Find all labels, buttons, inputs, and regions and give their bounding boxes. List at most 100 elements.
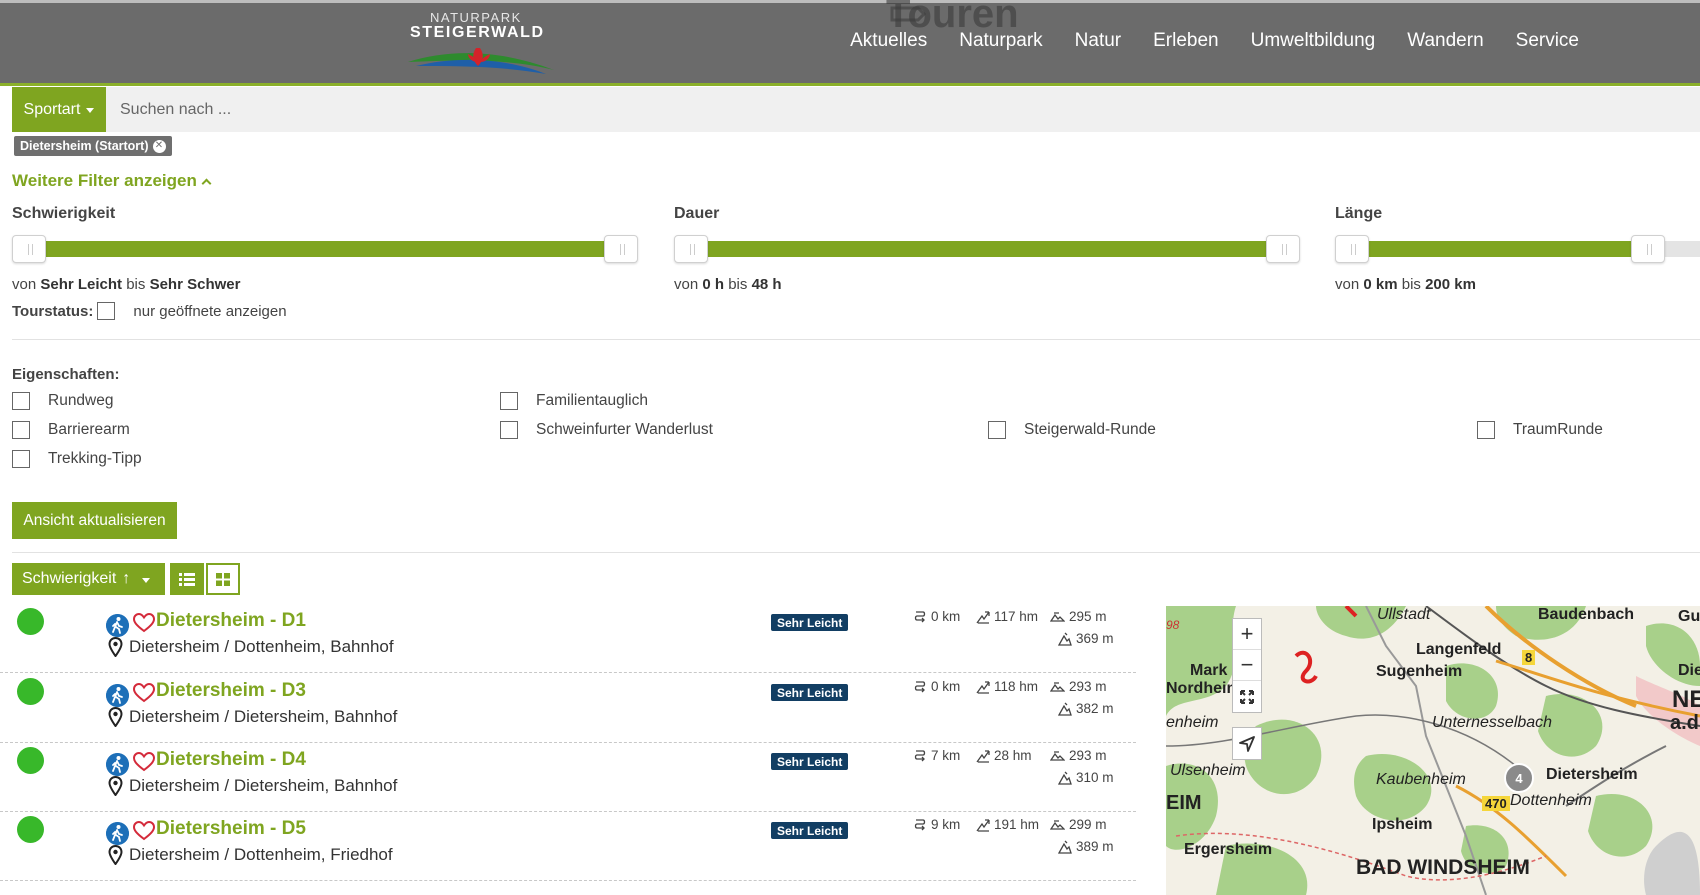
difficulty-badge: Sehr Leicht (771, 753, 849, 770)
tour-row[interactable]: Dietersheim - D4 Dietersheim / Dietershei… (0, 743, 1136, 812)
nav-item-umweltbildung[interactable]: Umweltbildung (1235, 26, 1392, 56)
tour-max-altitude: 293 m (1050, 679, 1107, 694)
zoom-out-button[interactable]: − (1233, 650, 1261, 681)
rundweg-checkbox[interactable] (12, 392, 30, 410)
tourstatus-filter: Tourstatus: nur geöffnete anzeigen (12, 302, 287, 320)
map-label: Ulsenheim (1170, 762, 1246, 779)
duration-slider-max-handle[interactable] (1266, 235, 1300, 263)
steigerwald-runde-checkbox[interactable] (988, 421, 1006, 439)
property-traumrunde[interactable]: TraumRunde (1477, 421, 1603, 439)
tour-max-altitude-value: 293 m (1069, 679, 1107, 694)
favorite-heart-icon[interactable] (133, 821, 155, 841)
difficulty-slider[interactable] (12, 235, 640, 263)
duration-slider-min-handle[interactable] (674, 235, 708, 263)
remove-filter-icon[interactable]: ✕ (152, 139, 166, 153)
tour-max-altitude-value: 299 m (1069, 817, 1107, 832)
favorite-heart-icon[interactable] (133, 613, 155, 633)
locate-arrow-icon (1239, 735, 1255, 752)
nav-item-wandern[interactable]: Wandern (1391, 26, 1499, 56)
search-input[interactable] (106, 87, 1700, 132)
tour-title-link[interactable]: Dietersheim - D1 (156, 610, 306, 632)
chevron-up-icon (201, 178, 212, 189)
favorite-heart-icon[interactable] (133, 752, 155, 772)
max-altitude-icon (1050, 681, 1065, 692)
map-label: Die (1678, 662, 1700, 679)
nav-item-natur[interactable]: Natur (1059, 26, 1137, 56)
fullscreen-button[interactable] (1233, 681, 1261, 712)
difficulty-badge: Sehr Leicht (771, 614, 849, 631)
difficulty-badge: Sehr Leicht (771, 822, 849, 839)
tour-status-dot (17, 678, 44, 705)
property-familientauglich[interactable]: Familientauglich (500, 392, 648, 410)
property-schweinfurter-wanderlust[interactable]: Schweinfurter Wanderlust (500, 421, 713, 439)
tour-min-altitude-value: 310 m (1076, 770, 1114, 785)
map-cluster-marker[interactable]: 4 (1504, 763, 1534, 793)
barrierearm-checkbox[interactable] (12, 421, 30, 439)
traumrunde-label: TraumRunde (1513, 421, 1603, 438)
map-label: Dietersheim (1546, 766, 1638, 783)
difficulty-range-to: Sehr Schwer (149, 276, 241, 293)
difficulty-range-from: Sehr Leicht (40, 276, 123, 293)
tour-title-link[interactable]: Dietersheim - D3 (156, 680, 306, 702)
site-logo[interactable]: NATURPARK STEIGERWALD (406, 10, 556, 74)
list-view-button[interactable] (170, 563, 204, 595)
max-altitude-icon (1050, 611, 1065, 622)
length-slider[interactable] (1335, 235, 1700, 263)
nav-item-erleben[interactable]: Erleben (1137, 26, 1235, 56)
difficulty-slider-max-handle[interactable] (604, 235, 638, 263)
grid-view-button[interactable] (206, 563, 240, 595)
difficulty-slider-track (29, 241, 623, 257)
tour-distance: 0 km (913, 679, 960, 694)
map-road-number: 470 (1482, 796, 1510, 811)
difficulty-slider-min-handle[interactable] (12, 235, 46, 263)
min-altitude-icon (1058, 771, 1072, 785)
traumrunde-checkbox[interactable] (1477, 421, 1495, 439)
map-label: a.d. (1670, 712, 1700, 734)
zoom-in-button[interactable]: + (1233, 619, 1261, 650)
property-rundweg[interactable]: Rundweg (12, 392, 114, 410)
min-altitude-icon (1058, 702, 1072, 716)
tour-row[interactable]: Dietersheim - D5 Dietersheim / Dottenheim… (0, 812, 1136, 881)
fullscreen-icon (1240, 689, 1254, 704)
ascent-icon (976, 610, 990, 624)
familientauglich-checkbox[interactable] (500, 392, 518, 410)
tour-min-altitude: 369 m (1058, 631, 1114, 646)
sportart-dropdown-button[interactable]: Sportart (12, 87, 106, 132)
hiking-icon (106, 614, 129, 637)
caret-down-icon (142, 577, 151, 583)
familientauglich-label: Familientauglich (536, 392, 648, 409)
property-barrierearm[interactable]: Barrierearm (12, 421, 130, 439)
open-only-checkbox[interactable] (97, 302, 116, 320)
length-range-mid: bis (1401, 276, 1421, 293)
toggle-more-filters-link[interactable]: Weitere Filter anzeigen (12, 171, 212, 191)
duration-slider[interactable] (674, 235, 1302, 263)
tour-row[interactable]: Dietersheim - D1 Dietersheim / Dottenheim… (0, 604, 1136, 673)
tour-title-link[interactable]: Dietersheim - D5 (156, 818, 306, 840)
tour-title-link[interactable]: Dietersheim - D4 (156, 749, 306, 771)
tour-distance: 0 km (913, 609, 960, 624)
tour-status-dot (17, 747, 44, 774)
map-label: Ipsheim (1372, 816, 1433, 833)
map-label: Unternesselbach (1432, 714, 1553, 731)
favorite-heart-icon[interactable] (133, 683, 155, 703)
nav-item-service[interactable]: Service (1500, 26, 1595, 56)
sort-dropdown-button[interactable]: Schwierigkeit ↑ (12, 563, 165, 595)
nav-item-naturpark[interactable]: Naturpark (943, 26, 1058, 56)
map-label: enheim (1166, 714, 1219, 731)
nav-item-aktuelles[interactable]: Aktuelles (834, 26, 943, 56)
hiking-icon (106, 822, 129, 845)
difficulty-range-mid: bis (126, 276, 146, 293)
search-bar: Sportart (12, 87, 1700, 132)
schweinfurter-wanderlust-checkbox[interactable] (500, 421, 518, 439)
property-steigerwald-runde[interactable]: Steigerwald-Runde (988, 421, 1156, 439)
tour-row[interactable]: Dietersheim - D3 Dietersheim / Dietershei… (0, 674, 1136, 743)
locate-button[interactable] (1233, 728, 1261, 759)
length-slider-max-handle[interactable] (1631, 235, 1665, 263)
trekking-tipp-checkbox[interactable] (12, 450, 30, 468)
length-range-to: 200 km (1425, 276, 1476, 293)
map-road-number: 8 (1522, 650, 1536, 665)
property-trekking-tipp[interactable]: Trekking-Tipp (12, 450, 142, 468)
length-slider-min-handle[interactable] (1335, 235, 1369, 263)
update-view-button[interactable]: Ansicht aktualisieren (12, 502, 177, 539)
length-range-text: von 0 km bis 200 km (1335, 276, 1476, 293)
